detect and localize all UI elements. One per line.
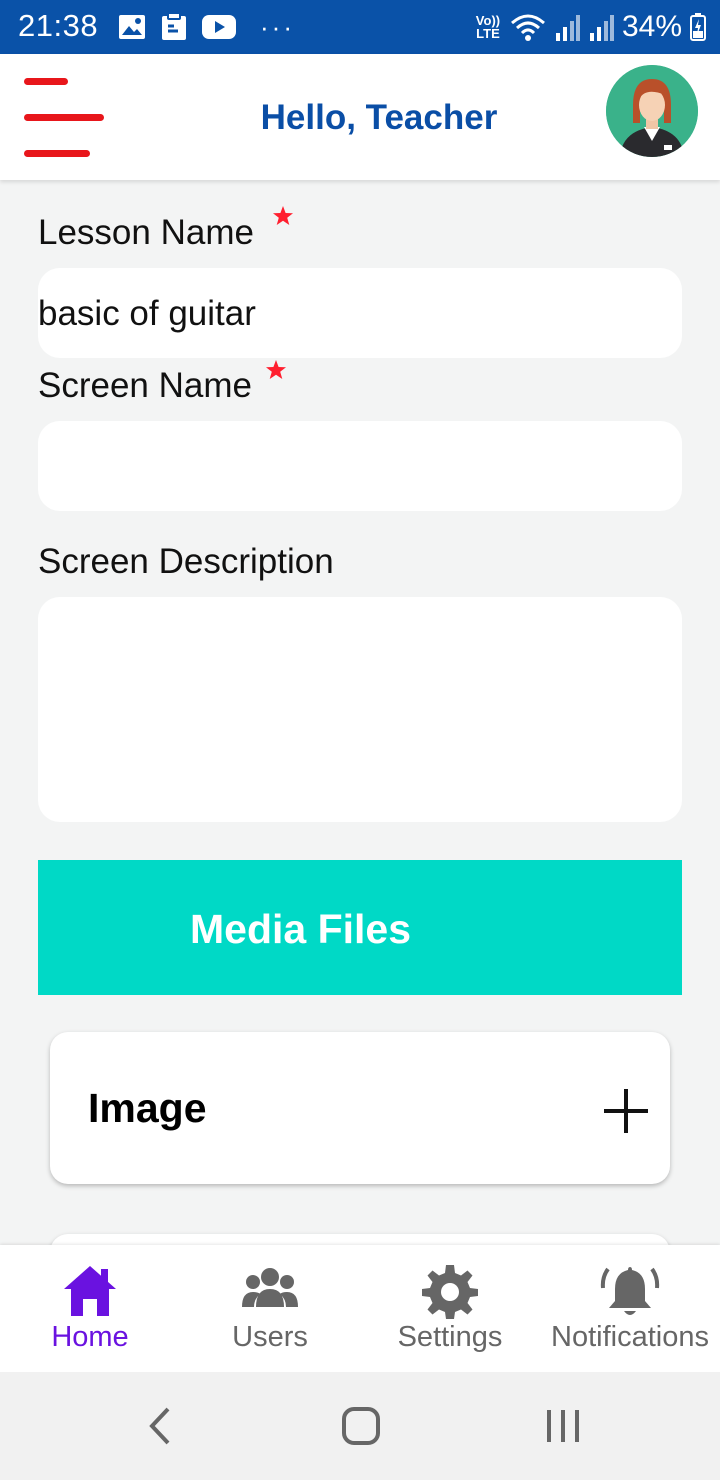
home-icon <box>64 1266 116 1316</box>
menu-line <box>24 78 68 85</box>
nav-item-settings[interactable]: Settings <box>360 1245 540 1372</box>
app-header: Hello, Teacher <box>0 54 720 180</box>
nav-item-users[interactable]: Users <box>180 1245 360 1372</box>
status-system-icons: Vo)) LTE 34% <box>474 10 706 44</box>
lesson-name-field[interactable]: basic of guitar <box>38 268 682 358</box>
required-star-icon <box>266 360 286 379</box>
teacher-avatar-icon <box>606 65 698 157</box>
recent-apps-icon[interactable] <box>545 1406 581 1446</box>
signal-2-icon <box>589 15 614 41</box>
status-time: 21:38 <box>18 8 99 43</box>
required-star-icon <box>273 206 293 225</box>
media-card-image[interactable]: Image <box>50 1032 670 1184</box>
nav-label-home: Home <box>51 1321 129 1353</box>
nav-item-notifications[interactable]: Notifications <box>540 1245 720 1372</box>
screen-name-label: Screen Name <box>38 366 252 405</box>
home-button-icon[interactable] <box>341 1406 381 1446</box>
media-files-header: Media Files <box>38 860 682 995</box>
media-card-label: Image <box>88 1085 207 1131</box>
status-bar: 21:38 ··· Vo)) LTE 34% <box>0 0 720 54</box>
nav-label-settings: Settings <box>397 1321 503 1353</box>
bell-icon <box>600 1267 660 1315</box>
status-notification-icons: ··· <box>118 13 295 41</box>
wifi-icon <box>510 14 545 41</box>
nav-label-users: Users <box>232 1321 308 1353</box>
nav-item-home[interactable]: Home <box>0 1245 180 1372</box>
clipboard-icon <box>162 13 186 40</box>
back-icon[interactable] <box>146 1406 172 1446</box>
nav-label-notifications: Notifications <box>551 1321 709 1353</box>
menu-line <box>24 150 90 157</box>
screen-description-label: Screen Description <box>38 542 334 581</box>
gallery-icon <box>119 15 145 39</box>
lesson-name-value: basic of guitar <box>38 294 256 333</box>
screen-description-field[interactable] <box>38 597 682 822</box>
users-icon <box>242 1268 298 1307</box>
lesson-name-label: Lesson Name <box>38 213 254 252</box>
volte-icon: Vo)) LTE <box>475 13 501 41</box>
more-notifications-icon: ··· <box>260 12 295 42</box>
gear-icon <box>422 1265 478 1319</box>
avatar[interactable] <box>606 65 698 157</box>
bottom-nav: Home Users Settings Notifications <box>0 1245 720 1372</box>
battery-percent: 34% <box>621 10 682 43</box>
plus-icon[interactable] <box>602 1087 650 1135</box>
screen-name-field[interactable] <box>38 421 682 511</box>
signal-icon <box>555 15 580 41</box>
system-nav-bar <box>0 1372 720 1480</box>
media-files-title: Media Files <box>190 906 412 952</box>
youtube-icon <box>202 15 236 39</box>
battery-charging-icon <box>690 13 706 41</box>
